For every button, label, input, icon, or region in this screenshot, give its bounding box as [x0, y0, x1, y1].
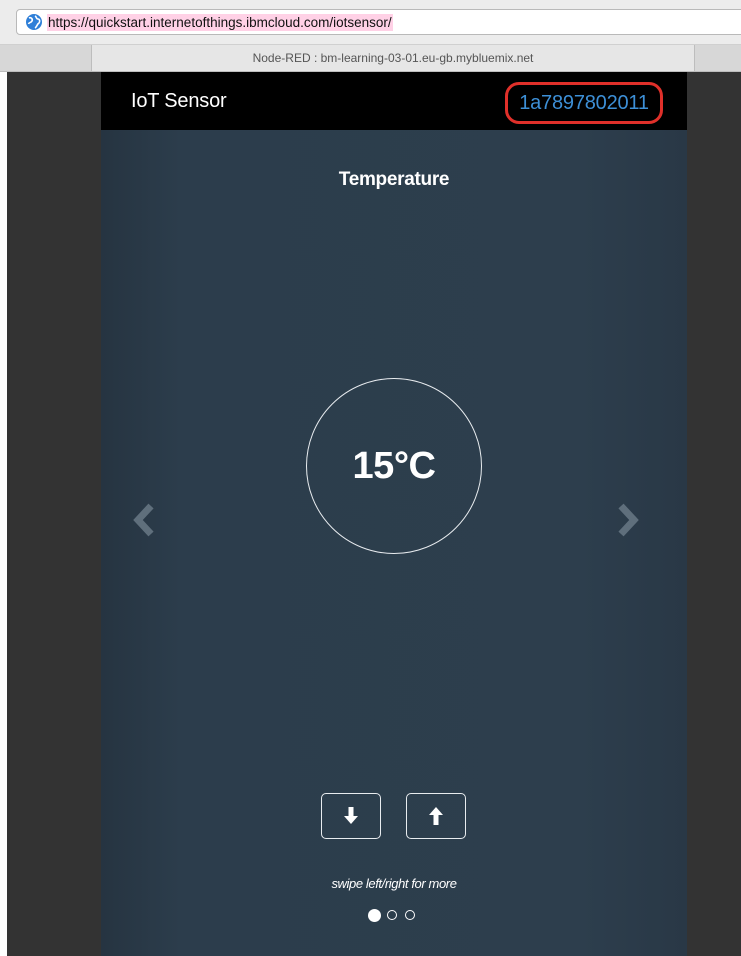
decrease-button[interactable] — [321, 793, 381, 839]
globe-icon — [26, 14, 42, 30]
page-left-edge — [0, 72, 7, 956]
arrow-up-icon — [429, 807, 443, 825]
arrow-down-icon — [344, 807, 358, 824]
chevron-left-icon[interactable] — [129, 500, 159, 540]
page-dot-2[interactable] — [387, 910, 397, 920]
page-dot-1[interactable] — [368, 909, 381, 922]
active-tab[interactable]: Node-RED : bm-learning-03-01.eu-gb.myblu… — [91, 45, 695, 71]
temperature-gauge: 15°C — [306, 378, 482, 554]
swipe-hint: swipe left/right for more — [331, 876, 457, 891]
device-id: 1a7897802011 — [505, 82, 663, 124]
tab-bar: Node-RED : bm-learning-03-01.eu-gb.myblu… — [0, 45, 741, 72]
page-indicator — [368, 908, 428, 924]
app-header: IoT Sensor 1a7897802011 — [101, 72, 687, 130]
page-dot-3[interactable] — [405, 910, 415, 920]
temperature-value: 15°C — [352, 445, 436, 487]
browser-toolbar: https://quickstart.internetofthings.ibmc… — [0, 0, 741, 45]
app-title: IoT Sensor — [131, 90, 227, 112]
chevron-right-icon[interactable] — [613, 500, 643, 540]
sensor-title: Temperature — [338, 169, 450, 190]
url-text[interactable]: https://quickstart.internetofthings.ibmc… — [47, 14, 393, 31]
increase-button[interactable] — [406, 793, 466, 839]
address-bar[interactable]: https://quickstart.internetofthings.ibmc… — [16, 9, 741, 35]
iot-sensor-app: IoT Sensor 1a7897802011 Temperature 15°C… — [101, 72, 687, 956]
